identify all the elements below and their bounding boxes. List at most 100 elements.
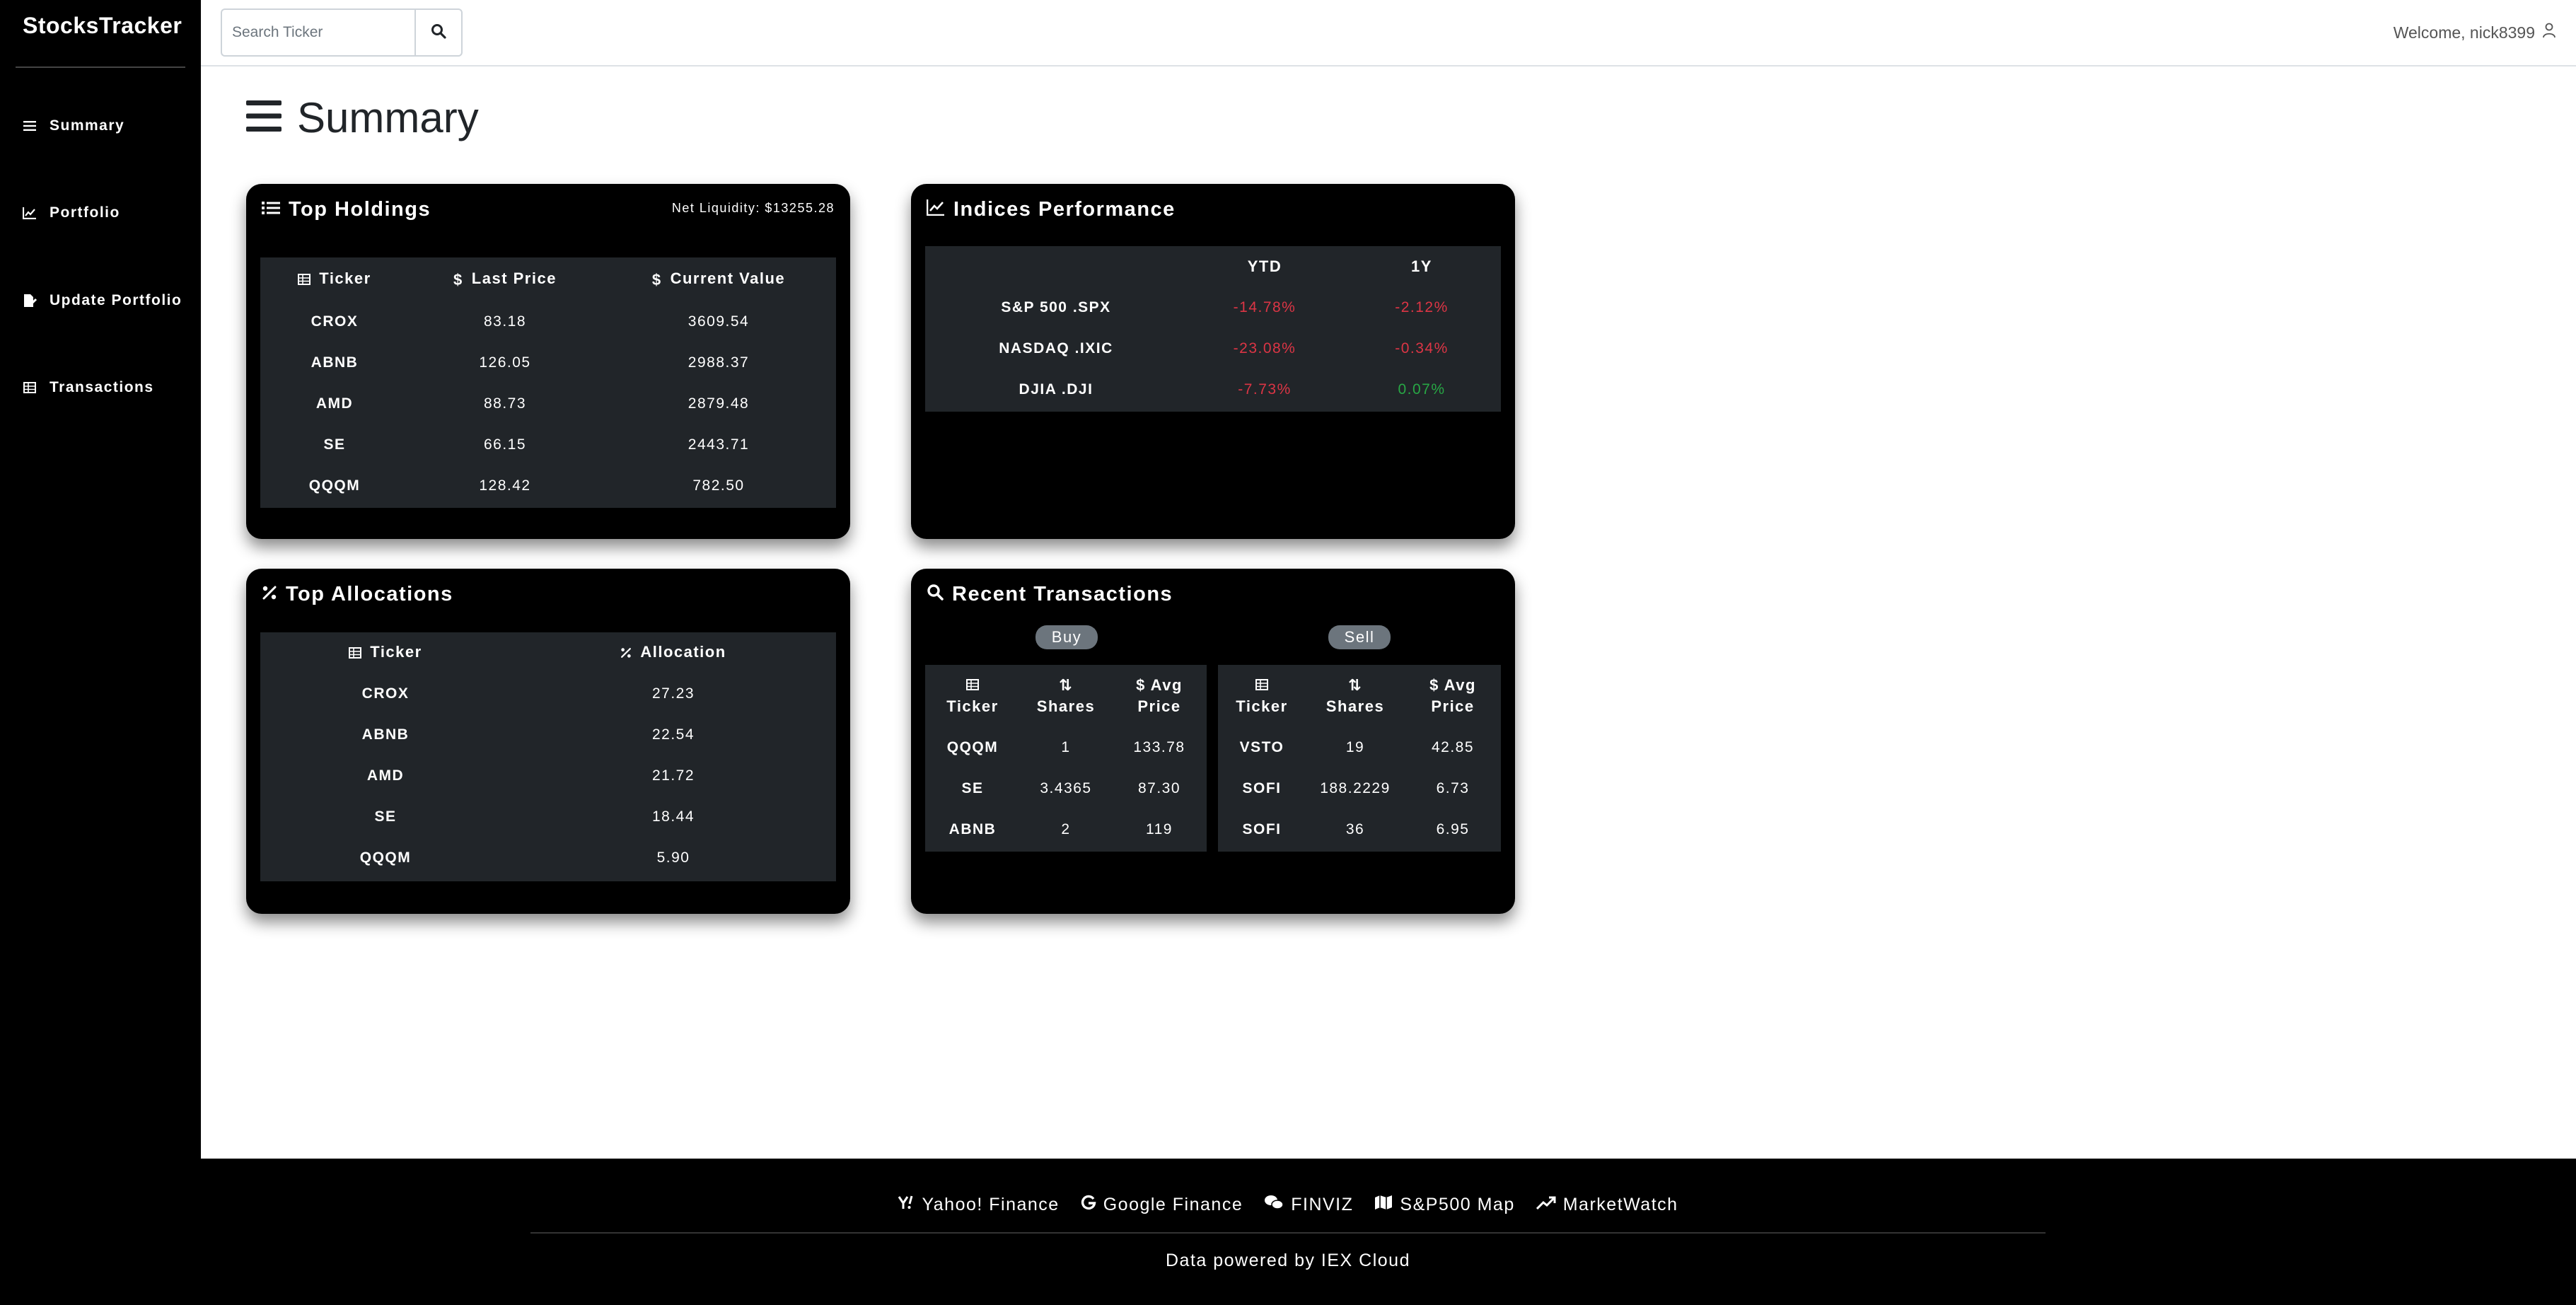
ticker-cell: VSTO — [1239, 739, 1284, 755]
sidebar-item-summary[interactable]: Summary — [23, 117, 124, 134]
table-row: S&P 500 .SPX -14.78% -2.12% — [925, 287, 1501, 328]
footer-link-finviz[interactable]: FINVIZ — [1264, 1195, 1353, 1215]
table-row: QQQM 1 133.78 — [925, 727, 1207, 768]
dollar-icon: $ — [651, 270, 662, 289]
column-header-shares: ⇅ Shares — [1325, 676, 1385, 715]
ticker-cell: CROX — [311, 313, 359, 330]
column-header-1y: 1Y — [1411, 257, 1432, 275]
table-row: CROX 83.18 3609.54 — [260, 301, 836, 342]
top-bar: Welcome, nick8399 — [201, 0, 2576, 66]
ytd-cell: -23.08% — [1233, 340, 1296, 356]
page-title-text: Summary — [297, 94, 479, 141]
column-header-ticker: Ticker — [260, 643, 511, 662]
sidebar-item-label: Update Portfolio — [50, 292, 182, 308]
buy-badge: Buy — [1035, 625, 1098, 649]
table-row: QQQM 5.90 — [260, 837, 836, 878]
allocations-table: Ticker Allocation CROX 27.23 ABNB 22.54 … — [260, 632, 836, 881]
card-title-text: Top Holdings — [289, 198, 431, 221]
shares-cell: 188.2229 — [1320, 780, 1391, 796]
user-icon — [2542, 23, 2556, 42]
table-row: AMD 21.72 — [260, 755, 836, 796]
ticker-cell: AMD — [366, 767, 405, 784]
sidebar-item-portfolio[interactable]: Portfolio — [23, 204, 120, 221]
sidebar-item-label: Summary — [50, 117, 125, 134]
file-signature-icon — [23, 294, 37, 308]
table-header: Ticker ⇅ Shares $ Avg Price — [1218, 665, 1501, 727]
brand-logo[interactable]: StocksTracker — [23, 13, 182, 39]
table-row: SE 3.4365 87.30 — [925, 768, 1207, 809]
table-icon — [23, 381, 37, 395]
last-price-cell: 66.15 — [483, 436, 527, 453]
welcome-user[interactable]: Welcome, nick8399 — [2394, 23, 2556, 42]
avg-price-cell: 133.78 — [1133, 739, 1185, 755]
sidebar: StocksTracker Summary Portfolio Update P… — [0, 0, 201, 1159]
avg-price-cell: 6.95 — [1436, 821, 1470, 837]
footer: Yahoo! Finance Google Finance FINVIZ S&P… — [0, 1159, 2576, 1305]
current-value-cell: 2988.37 — [687, 354, 750, 371]
search-input[interactable] — [221, 8, 414, 57]
footer-link-label: FINVIZ — [1291, 1194, 1354, 1214]
net-liquidity: Net Liquidity: $13255.28 — [671, 201, 835, 215]
sidebar-divider — [16, 66, 185, 68]
last-price-cell: 126.05 — [479, 354, 531, 371]
buy-transactions-table: Ticker ⇅ Shares $ Avg Price QQQM 1 133.78 … — [925, 665, 1207, 852]
chat-icon — [1264, 1195, 1284, 1215]
table-row: QQQM 128.42 782.50 — [260, 465, 836, 506]
shares-cell: 36 — [1345, 821, 1365, 837]
avg-price-cell: 119 — [1146, 821, 1173, 837]
ticker-cell: ABNB — [361, 726, 410, 743]
table-header: Ticker ⇅ Shares $ Avg Price — [925, 665, 1207, 727]
column-header-avg-price: $ Avg Price — [1429, 676, 1476, 715]
table-header: Ticker $ Last Price $ Current Value — [260, 257, 836, 301]
column-header-ytd: YTD — [1247, 257, 1282, 275]
footer-link-marketwatch[interactable]: MarketWatch — [1536, 1195, 1678, 1215]
ticker-cell: SOFI — [1242, 780, 1282, 796]
sell-badge: Sell — [1328, 625, 1391, 649]
ticker-cell: SOFI — [1242, 821, 1282, 837]
card-title: Top Allocations — [262, 583, 453, 606]
search-icon — [431, 23, 446, 42]
column-header-shares: ⇅ Shares — [1036, 676, 1096, 715]
card-title-text: Top Allocations — [286, 583, 453, 605]
footer-divider — [530, 1232, 2046, 1234]
card-title-text: Recent Transactions — [952, 583, 1173, 605]
search-group — [221, 8, 463, 57]
table-row: VSTO 19 42.85 — [1218, 727, 1501, 768]
footer-link-yahoo-finance[interactable]: Yahoo! Finance — [898, 1195, 1059, 1215]
card-title: Recent Transactions — [927, 583, 1173, 606]
avg-price-cell: 42.85 — [1431, 739, 1475, 755]
column-header-avg-price: $ Avg Price — [1136, 676, 1183, 715]
column-header-last-price: $ Last Price — [453, 269, 557, 289]
ticker-cell: ABNB — [311, 354, 359, 371]
sidebar-item-label: Transactions — [50, 379, 154, 395]
table-row: SOFI 36 6.95 — [1218, 809, 1501, 850]
table-row: ABNB 2 119 — [925, 809, 1207, 850]
last-price-cell: 128.42 — [479, 477, 531, 494]
dollar-icon: $ — [1429, 676, 1444, 694]
search-button[interactable] — [414, 8, 463, 57]
index-name-cell: DJIA .DJI — [1019, 381, 1093, 398]
table-row: SE 18.44 — [260, 796, 836, 837]
footer-link-label: S&P500 Map — [1400, 1194, 1515, 1214]
column-header-current-value: $ Current Value — [651, 269, 786, 289]
column-header-ticker: Ticker — [260, 269, 409, 289]
sidebar-item-update-portfolio[interactable]: Update Portfolio — [23, 292, 182, 309]
footer-link-sp500-map[interactable]: S&P500 Map — [1374, 1195, 1514, 1215]
allocation-cell: 27.23 — [651, 685, 695, 702]
google-icon — [1081, 1195, 1096, 1215]
index-name-cell: NASDAQ .IXIC — [999, 340, 1113, 356]
avg-price-cell: 6.73 — [1436, 780, 1470, 796]
sidebar-item-transactions[interactable]: Transactions — [23, 379, 154, 396]
last-price-cell: 83.18 — [483, 313, 527, 330]
recent-transactions-card: Recent Transactions Buy Sell Ticker ⇅ Sha… — [911, 569, 1515, 914]
search-icon — [927, 583, 944, 606]
ticker-cell: ABNB — [948, 821, 997, 837]
allocation-cell: 18.44 — [651, 808, 695, 825]
chart-line-icon — [926, 198, 945, 221]
sort-icon: ⇅ — [1059, 676, 1073, 694]
ytd-cell: -14.78% — [1233, 299, 1296, 315]
table-row: NASDAQ .IXIC -23.08% -0.34% — [925, 328, 1501, 369]
footer-link-google-finance[interactable]: Google Finance — [1081, 1195, 1243, 1215]
top-holdings-card: Top Holdings Net Liquidity: $13255.28 Ti… — [246, 184, 850, 539]
column-header-ticker: Ticker — [1218, 675, 1306, 717]
